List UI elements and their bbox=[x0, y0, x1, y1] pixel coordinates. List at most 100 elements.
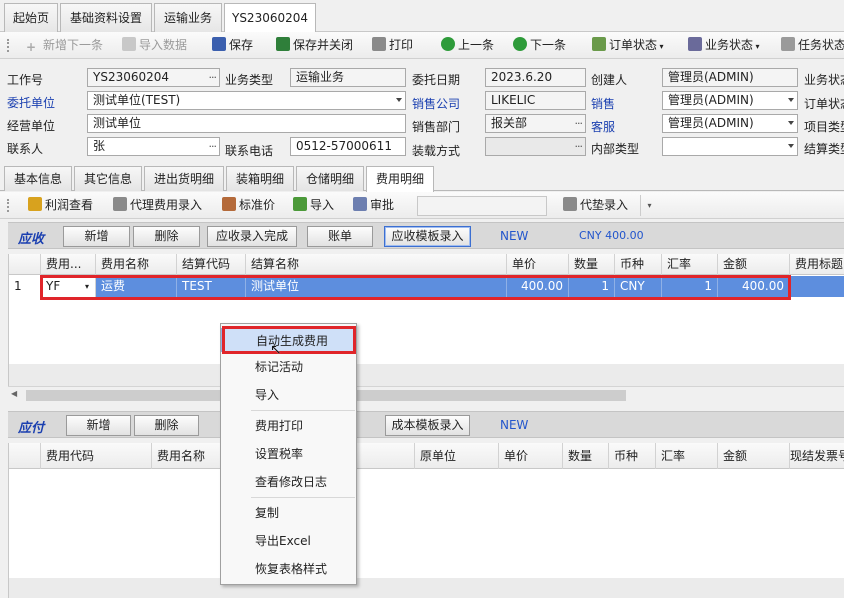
job-no-field[interactable]: YS23060204 ··· bbox=[87, 68, 220, 87]
phone-label: 联系电话 bbox=[225, 144, 274, 158]
col-settle-name[interactable]: 结算名称 bbox=[246, 254, 507, 275]
col-quantity[interactable]: 数量 bbox=[563, 443, 609, 469]
creator-field[interactable]: 管理员(ADMIN) bbox=[662, 68, 798, 87]
scroll-left-icon[interactable]: ◀ bbox=[11, 389, 17, 398]
col-fee-title[interactable]: 费用标题 bbox=[790, 254, 844, 275]
toolbar-search-input[interactable] bbox=[417, 196, 547, 216]
receivable-total: CNY 400.00 bbox=[579, 229, 644, 242]
load-method-label: 装载方式 bbox=[412, 144, 461, 158]
menu-item-mark-activity[interactable]: 标记活动 bbox=[221, 355, 356, 379]
toolbar-overflow-button[interactable]: ▾ bbox=[640, 195, 658, 216]
col-fee-code[interactable]: 费用代码 bbox=[41, 443, 152, 469]
profit-view-button[interactable]: 利润查看 bbox=[28, 196, 93, 215]
receivable-hscrollbar[interactable]: ◀ bbox=[8, 386, 844, 403]
col-unit-price[interactable]: 单价 bbox=[499, 443, 563, 469]
project-type-label: 项目类型 bbox=[804, 120, 844, 134]
print-button[interactable]: 打印 bbox=[372, 36, 413, 55]
context-menu: 自动生成费用 标记活动 导入 费用打印 设置税率 查看修改日志 复制 导出Exc… bbox=[220, 323, 357, 585]
menu-item-restore-grid-style[interactable]: 恢复表格样式 bbox=[221, 557, 356, 581]
fee-toolbar: 利润查看 代理费用录入 标准价 导入 审批 代垫录入 ▾ bbox=[0, 192, 844, 219]
receivable-add-button[interactable]: 新增 bbox=[63, 226, 130, 247]
menu-item-fee-print[interactable]: 费用打印 bbox=[221, 414, 356, 438]
menu-item-copy[interactable]: 复制 bbox=[221, 501, 356, 525]
tab-current-order[interactable]: YS23060204 bbox=[224, 3, 316, 33]
col-fee-code[interactable]: 费用... bbox=[41, 254, 96, 275]
tab-packing-detail[interactable]: 装箱明细 bbox=[226, 166, 294, 191]
payable-title: 应付 bbox=[18, 421, 45, 436]
receivable-complete-button[interactable]: 应收录入完成 bbox=[207, 226, 297, 247]
creator-label: 创建人 bbox=[591, 73, 628, 87]
task-status-dropdown[interactable]: 任务状态 bbox=[781, 36, 844, 55]
tab-storage-detail[interactable]: 仓储明细 bbox=[296, 166, 364, 191]
col-fee-name[interactable]: 费用名称 bbox=[96, 254, 177, 275]
biz-type-field[interactable]: 运输业务 bbox=[290, 68, 406, 87]
document-icon bbox=[563, 197, 577, 211]
save-close-button[interactable]: 保存并关闭 bbox=[276, 36, 353, 55]
menu-item-export-excel[interactable]: 导出Excel bbox=[221, 529, 356, 553]
col-unit-price[interactable]: 单价 bbox=[507, 254, 569, 275]
save-button[interactable]: 保存 bbox=[212, 36, 253, 55]
operator-field[interactable]: 测试单位 bbox=[87, 114, 406, 133]
col-invoice-no[interactable]: 现结发票号 bbox=[785, 443, 844, 469]
business-status-dropdown[interactable]: 业务状态 ▾ bbox=[688, 36, 760, 55]
col-quantity[interactable]: 数量 bbox=[569, 254, 615, 275]
receivable-grid: 费用... 费用名称 结算代码 结算名称 单价 数量 币种 汇率 金额 费用标题… bbox=[8, 254, 844, 364]
col-amount[interactable]: 金额 bbox=[718, 443, 790, 469]
load-method-field[interactable]: ··· bbox=[485, 137, 586, 156]
cost-template-button[interactable]: 成本模板录入 bbox=[385, 415, 470, 436]
approve-button[interactable]: 审批 bbox=[353, 196, 394, 215]
tab-transport-business[interactable]: 运输业务 bbox=[154, 3, 222, 32]
internal-type-select[interactable] bbox=[662, 137, 798, 156]
tab-basic-settings[interactable]: 基础资料设置 bbox=[60, 3, 152, 32]
menu-item-import[interactable]: 导入 bbox=[221, 383, 356, 407]
row-number-header bbox=[9, 443, 41, 469]
sales-select[interactable]: 管理员(ADMIN) bbox=[662, 91, 798, 110]
receivable-template-button[interactable]: 应收模板录入 bbox=[384, 226, 471, 247]
fee-import-button[interactable]: 导入 bbox=[293, 196, 334, 215]
entrust-date-field[interactable]: 2023.6.20 bbox=[485, 68, 586, 87]
contact-field[interactable]: 张 ··· bbox=[87, 137, 220, 156]
add-next-button[interactable]: + 新增下一条 bbox=[26, 36, 103, 55]
chevron-down-icon: ▾ bbox=[753, 42, 760, 51]
ellipsis-icon: ··· bbox=[208, 140, 217, 153]
payable-add-button[interactable]: 新增 bbox=[66, 415, 131, 436]
fee-title-cell[interactable] bbox=[790, 276, 844, 297]
col-currency[interactable]: 币种 bbox=[609, 443, 656, 469]
col-settle-code[interactable]: 结算代码 bbox=[177, 254, 246, 275]
tab-other-info[interactable]: 其它信息 bbox=[74, 166, 142, 191]
phone-field[interactable]: 0512-57000611 bbox=[290, 137, 406, 156]
biz-status-label: 业务状态 bbox=[804, 73, 844, 87]
prev-record-button[interactable]: 上一条 bbox=[441, 36, 494, 55]
col-original-unit[interactable]: 原单位 bbox=[415, 443, 499, 469]
sales-dept-field[interactable]: 报关部 ··· bbox=[485, 114, 586, 133]
tab-basic-info[interactable]: 基本信息 bbox=[4, 166, 72, 191]
next-record-button[interactable]: 下一条 bbox=[513, 36, 566, 55]
tab-goods-detail[interactable]: 进出货明细 bbox=[144, 166, 224, 191]
advance-entry-button[interactable]: 代垫录入 bbox=[563, 196, 628, 215]
highlight-box bbox=[222, 326, 356, 354]
row-number-header bbox=[9, 254, 41, 275]
menu-item-set-tax-rate[interactable]: 设置税率 bbox=[221, 442, 356, 466]
bill-button[interactable]: 账单 bbox=[307, 226, 373, 247]
tab-fee-detail[interactable]: 费用明细 bbox=[366, 166, 434, 192]
order-status-dropdown[interactable]: 订单状态 ▾ bbox=[592, 36, 664, 55]
arrow-right-icon bbox=[513, 37, 527, 51]
col-amount[interactable]: 金额 bbox=[718, 254, 790, 275]
tab-start-page[interactable]: 起始页 bbox=[4, 3, 58, 32]
client-select[interactable]: 测试单位(TEST) bbox=[87, 91, 406, 110]
agent-fee-entry-button[interactable]: 代理费用录入 bbox=[113, 196, 202, 215]
col-exchange-rate[interactable]: 汇率 bbox=[656, 443, 718, 469]
payable-status: NEW bbox=[500, 418, 529, 432]
standard-price-button[interactable]: 标准价 bbox=[222, 196, 275, 215]
sales-label: 销售 bbox=[591, 97, 616, 111]
operator-label: 经营单位 bbox=[7, 119, 56, 133]
col-currency[interactable]: 币种 bbox=[615, 254, 662, 275]
col-exchange-rate[interactable]: 汇率 bbox=[662, 254, 718, 275]
cs-select[interactable]: 管理员(ADMIN) bbox=[662, 114, 798, 133]
menu-item-view-change-log[interactable]: 查看修改日志 bbox=[221, 470, 356, 494]
receivable-delete-button[interactable]: 删除 bbox=[133, 226, 200, 247]
import-data-button[interactable]: 导入数据 bbox=[122, 36, 187, 55]
payable-delete-button[interactable]: 删除 bbox=[134, 415, 199, 436]
printer-icon bbox=[372, 37, 386, 51]
sales-company-field[interactable]: LIKELIC bbox=[485, 91, 586, 110]
